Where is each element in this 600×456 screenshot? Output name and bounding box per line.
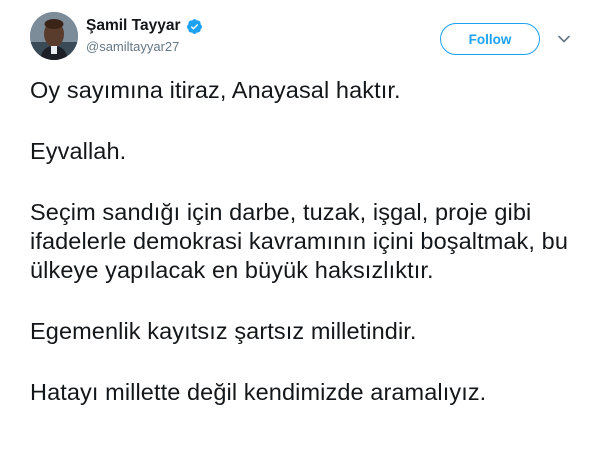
user-handle[interactable]: @samiltayyar27 xyxy=(86,39,203,54)
tweet-paragraph: Hatayı millette değil kendimizde aramalı… xyxy=(30,379,487,405)
tweet-card: Şamil Tayyar @samiltayyar27 Follow Oy sa… xyxy=(0,0,600,456)
tweet-text: Oy sayımına itiraz, Anayasal haktır. Eyv… xyxy=(30,76,585,439)
tweet-paragraph: Oy sayımına itiraz, Anayasal haktır. xyxy=(30,77,401,103)
follow-button[interactable]: Follow xyxy=(440,23,540,55)
avatar[interactable] xyxy=(30,12,78,60)
verified-badge-icon xyxy=(186,18,203,35)
avatar-image xyxy=(30,12,78,60)
tweet-paragraph: Eyvallah. xyxy=(30,138,127,164)
display-name-row: Şamil Tayyar xyxy=(86,15,203,37)
display-name[interactable]: Şamil Tayyar xyxy=(86,17,181,35)
tweet-paragraph: Egemenlik kayıtsız şartsız milletindir. xyxy=(30,318,417,344)
chevron-down-icon[interactable] xyxy=(557,32,571,46)
user-names: Şamil Tayyar @samiltayyar27 xyxy=(86,15,203,54)
tweet-paragraph: Seçim sandığı için darbe, tuzak, işgal, … xyxy=(30,199,569,283)
tweet-header: Şamil Tayyar @samiltayyar27 Follow xyxy=(30,12,580,68)
